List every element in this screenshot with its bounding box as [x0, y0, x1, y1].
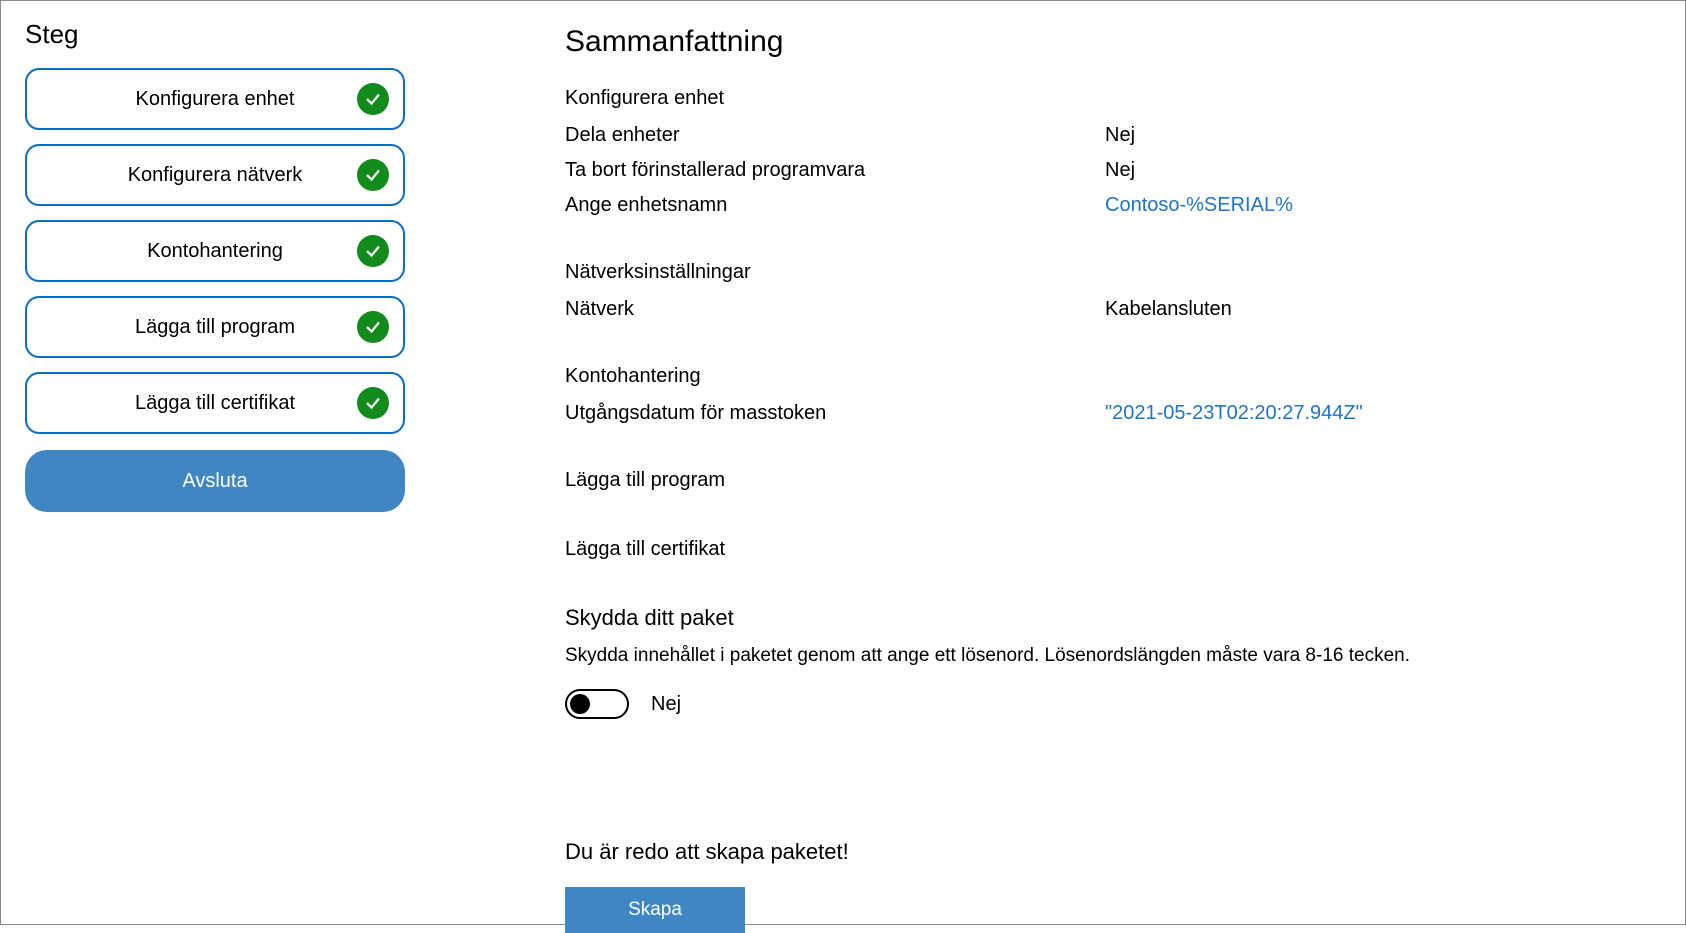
check-icon: [357, 311, 389, 343]
step-configure-network[interactable]: Konfigurera nätverk: [25, 144, 405, 206]
protect-package-section: Skydda ditt paket Skydda innehållet i pa…: [565, 605, 1661, 719]
step-label: Lägga till certifikat: [135, 392, 295, 415]
value-network: Kabelansluten: [1105, 298, 1232, 321]
section-add-certificates-title: Lägga till certifikat: [565, 538, 1661, 561]
label-device-name: Ange enhetsnamn: [565, 194, 1105, 217]
ready-section: Du är redo att skapa paketet! Skapa: [565, 839, 1661, 933]
page-title: Sammanfattning: [565, 25, 1661, 59]
check-icon: [357, 235, 389, 267]
label-network: Nätverk: [565, 298, 1105, 321]
protect-toggle-row: Nej: [565, 689, 1661, 719]
check-icon: [357, 159, 389, 191]
protect-toggle-label: Nej: [651, 693, 681, 716]
step-label: Konfigurera nätverk: [128, 164, 303, 187]
step-label: Kontohantering: [147, 240, 283, 263]
section-network-title: Nätverksinställningar: [565, 261, 1661, 284]
step-configure-device[interactable]: Konfigurera enhet: [25, 68, 405, 130]
section-account-title: Kontohantering: [565, 365, 1661, 388]
protect-description: Skydda innehållet i paketet genom att an…: [565, 645, 1661, 667]
label-remove-preinstalled: Ta bort förinstallerad programvara: [565, 159, 1105, 182]
steps-sidebar: Steg Konfigurera enhet Konfigurera nätve…: [25, 19, 405, 906]
label-token-expiry: Utgångsdatum för masstoken: [565, 402, 1105, 425]
value-remove-preinstalled: Nej: [1105, 159, 1135, 182]
finish-button[interactable]: Avsluta: [25, 450, 405, 512]
value-token-expiry: "2021-05-23T02:20:27.944Z": [1105, 402, 1363, 425]
row-remove-preinstalled: Ta bort förinstallerad programvara Nej: [565, 159, 1661, 182]
check-icon: [357, 83, 389, 115]
row-share-devices: Dela enheter Nej: [565, 124, 1661, 147]
protect-heading: Skydda ditt paket: [565, 605, 1661, 631]
create-button[interactable]: Skapa: [565, 887, 745, 933]
row-device-name: Ange enhetsnamn Contoso-%SERIAL%: [565, 194, 1661, 217]
step-add-programs[interactable]: Lägga till program: [25, 296, 405, 358]
section-configure-device-title: Konfigurera enhet: [565, 87, 1661, 110]
steps-heading: Steg: [25, 19, 405, 50]
section-add-programs-title: Lägga till program: [565, 469, 1661, 492]
value-device-name: Contoso-%SERIAL%: [1105, 194, 1293, 217]
step-account-management[interactable]: Kontohantering: [25, 220, 405, 282]
toggle-knob: [570, 694, 590, 714]
protect-toggle[interactable]: [565, 689, 629, 719]
step-label: Lägga till program: [135, 316, 295, 339]
value-share-devices: Nej: [1105, 124, 1135, 147]
row-network: Nätverk Kabelansluten: [565, 298, 1661, 321]
ready-message: Du är redo att skapa paketet!: [565, 839, 1661, 865]
summary-panel: Sammanfattning Konfigurera enhet Dela en…: [565, 19, 1661, 906]
row-token-expiry: Utgångsdatum för masstoken "2021-05-23T0…: [565, 402, 1661, 425]
step-add-certificates[interactable]: Lägga till certifikat: [25, 372, 405, 434]
step-label: Konfigurera enhet: [135, 88, 294, 111]
label-share-devices: Dela enheter: [565, 124, 1105, 147]
check-icon: [357, 387, 389, 419]
